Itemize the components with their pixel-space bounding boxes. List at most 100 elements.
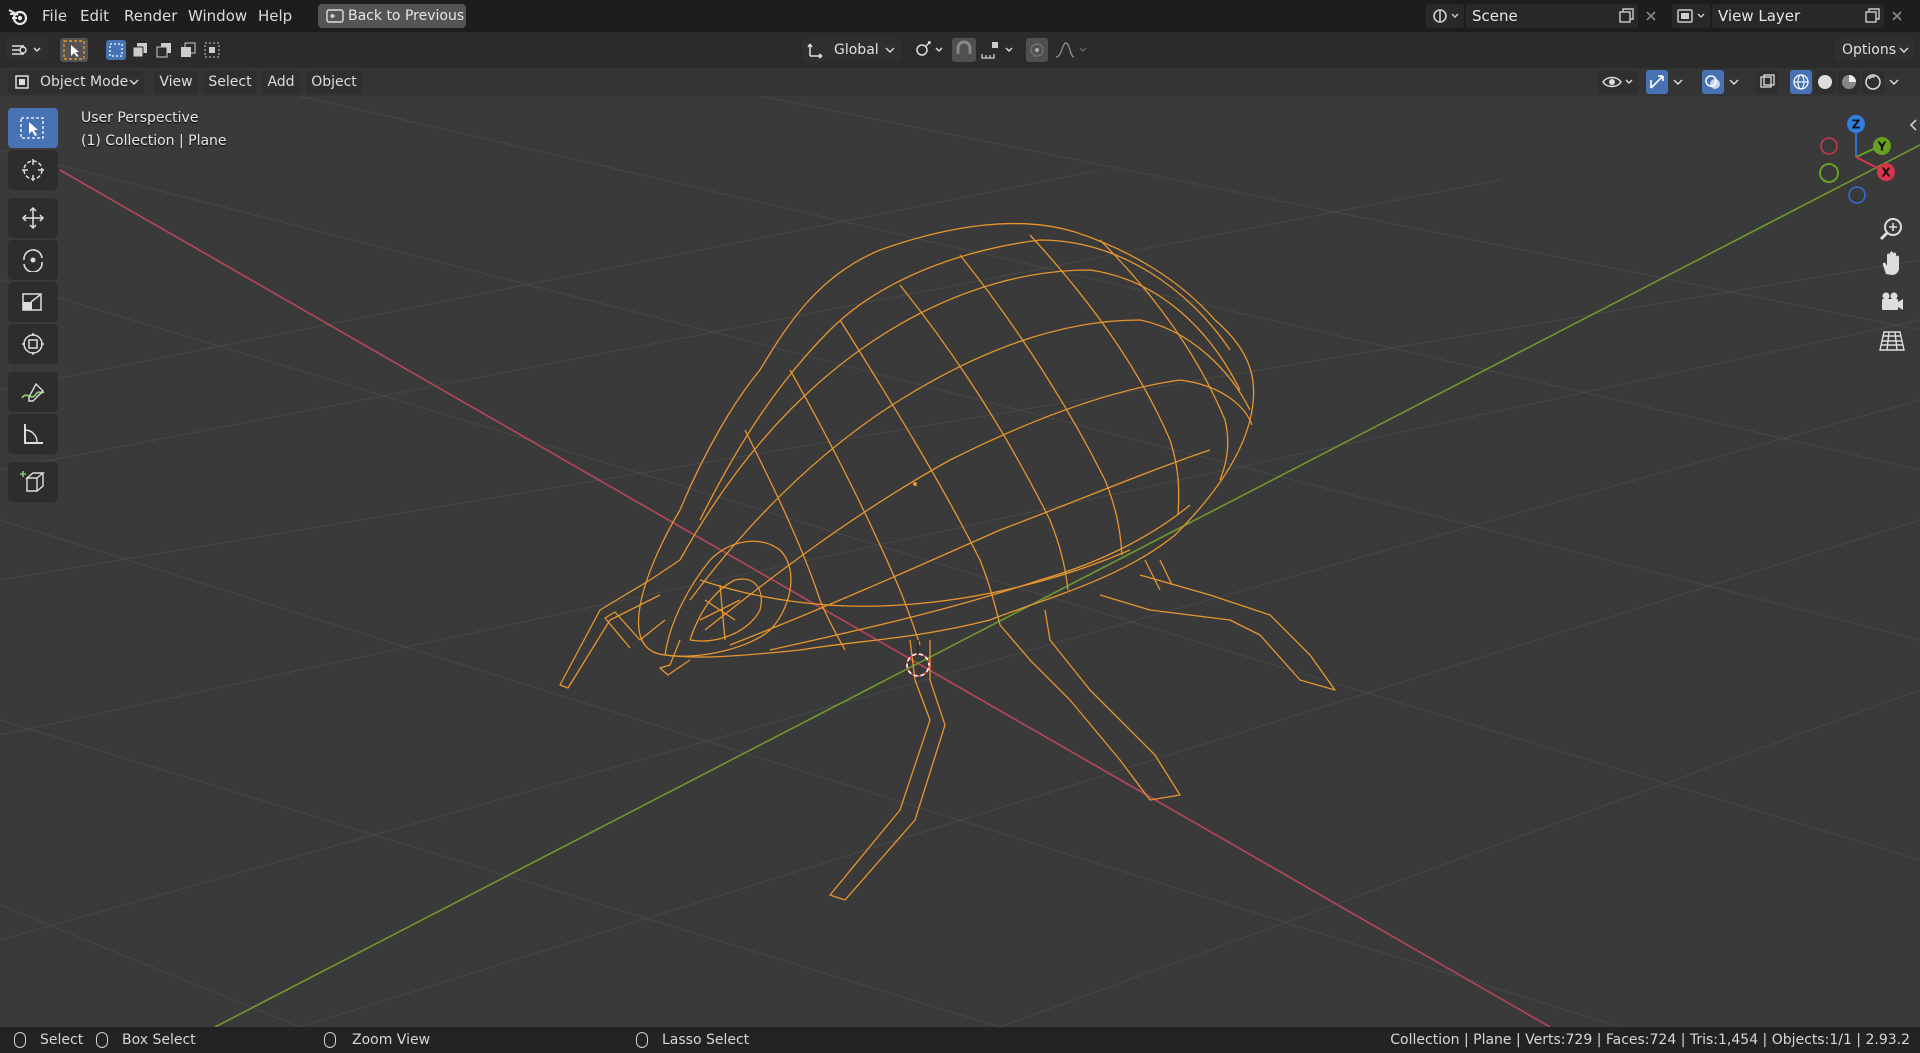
- transform-orientation-dropdown[interactable]: Global: [802, 38, 902, 62]
- proportional-falloff-dropdown[interactable]: [1052, 38, 1092, 62]
- proportional-edit-toggle[interactable]: [1026, 38, 1048, 62]
- zoom-icon: [1879, 218, 1902, 241]
- view-perspective-label: User Perspective: [81, 110, 199, 126]
- status-bar: Select Box Select Zoom View Lasso Select…: [0, 1027, 1920, 1053]
- visibility-dropdown[interactable]: [1598, 70, 1638, 94]
- editor-type-button[interactable]: [6, 38, 48, 62]
- add-cube-tool[interactable]: [8, 462, 58, 502]
- select-mode-new-button[interactable]: [106, 40, 126, 60]
- gizmo-toggle[interactable]: [1646, 70, 1668, 94]
- chevron-down-icon: [885, 47, 895, 53]
- menu-render[interactable]: Render: [124, 0, 177, 32]
- move-icon: [21, 206, 45, 230]
- top-bar: File Edit Render Window Help Back to Pre…: [0, 0, 1920, 32]
- scene-name-field[interactable]: Scene: [1466, 4, 1618, 28]
- shading-rendered-button[interactable]: [1862, 70, 1884, 94]
- chevron-down-icon: [129, 79, 139, 85]
- viewport-canvas: [0, 96, 1920, 1027]
- transform-orientation-label: Global: [834, 42, 879, 58]
- object-origin-dot: [913, 482, 917, 486]
- transform-tool[interactable]: [8, 324, 58, 364]
- toggle-perspective-button[interactable]: [1874, 324, 1910, 358]
- gizmo-dropdown[interactable]: [1670, 70, 1688, 94]
- status-box-select-hint: Box Select: [122, 1032, 196, 1048]
- chevron-down-icon: [1899, 47, 1909, 53]
- navigation-gizmo[interactable]: Z Y X: [1810, 110, 1920, 210]
- measure-icon: [24, 424, 43, 444]
- xray-icon: [1760, 74, 1775, 88]
- back-to-previous-button[interactable]: Back to Previous: [318, 4, 466, 28]
- scale-tool[interactable]: [8, 282, 58, 322]
- annotate-tool[interactable]: [8, 372, 58, 412]
- sidebar-expand-icon[interactable]: [1908, 117, 1918, 133]
- view-layer-new-button[interactable]: [1860, 4, 1884, 28]
- view-layer-icon: [1677, 9, 1705, 23]
- overlays-dropdown[interactable]: [1726, 70, 1744, 94]
- gizmo-neg-z-axis[interactable]: [1848, 186, 1866, 204]
- overlays-toggle[interactable]: [1702, 70, 1724, 94]
- rotate-tool[interactable]: [8, 240, 58, 280]
- 3d-viewport[interactable]: [0, 96, 1920, 1027]
- gizmo-neg-y-axis[interactable]: [1819, 163, 1839, 183]
- mouse-middle-icon: [324, 1032, 336, 1048]
- view-layer-browse-button[interactable]: [1672, 4, 1710, 28]
- duplicate-icon: [1865, 8, 1880, 23]
- menu-file[interactable]: File: [42, 0, 67, 32]
- camera-view-button[interactable]: [1874, 286, 1910, 320]
- pan-view-button[interactable]: [1874, 248, 1910, 282]
- gizmo-icon: [1650, 75, 1664, 89]
- object-mode-dropdown[interactable]: Object Mode: [8, 70, 144, 94]
- scene-delete-button[interactable]: [1640, 4, 1662, 28]
- measure-tool[interactable]: [8, 414, 58, 454]
- snap-toggle[interactable]: [952, 38, 976, 62]
- shading-solid-button[interactable]: [1814, 70, 1836, 94]
- mouse-drag-icon: [96, 1032, 108, 1048]
- chevron-down-icon: [1889, 79, 1899, 85]
- status-zoom-view-hint: Zoom View: [352, 1032, 431, 1048]
- xray-toggle[interactable]: [1756, 70, 1778, 94]
- scene-browse-button[interactable]: [1426, 4, 1464, 28]
- select-mode-subtract-button[interactable]: [154, 40, 174, 60]
- select-box-tool[interactable]: [8, 108, 58, 148]
- options-label: Options: [1842, 42, 1897, 58]
- duplicate-icon: [1619, 8, 1634, 23]
- menu-help[interactable]: Help: [258, 0, 292, 32]
- view-layer-name-field[interactable]: View Layer: [1712, 4, 1864, 28]
- select-mode-extend-button[interactable]: [130, 40, 150, 60]
- scene-statistics: Collection | Plane | Verts:729 | Faces:7…: [1390, 1032, 1910, 1048]
- blender-logo-icon[interactable]: [8, 6, 30, 28]
- transform-icon: [22, 333, 44, 355]
- menu-view[interactable]: View: [154, 70, 198, 94]
- options-dropdown[interactable]: Options: [1834, 38, 1914, 62]
- menu-window[interactable]: Window: [188, 0, 247, 32]
- grid-perspective-icon: [1879, 331, 1905, 351]
- bug-wireframe-mesh: [559, 222, 1336, 901]
- zoom-view-button[interactable]: [1874, 212, 1910, 246]
- annotate-icon: [21, 382, 45, 402]
- shading-dropdown[interactable]: [1886, 70, 1904, 94]
- select-mode-invert-button[interactable]: [178, 40, 198, 60]
- scale-icon: [22, 293, 42, 311]
- pivot-point-dropdown[interactable]: [910, 38, 946, 62]
- snap-target-dropdown[interactable]: [978, 38, 1018, 62]
- tool-header: Global Options: [0, 32, 1920, 68]
- magnet-icon: [956, 40, 972, 54]
- move-tool[interactable]: [8, 198, 58, 238]
- select-mode-intersect-button[interactable]: [202, 40, 222, 60]
- shading-wireframe-button[interactable]: [1790, 70, 1812, 94]
- cursor-tool[interactable]: [8, 150, 58, 190]
- menu-select[interactable]: Select: [204, 70, 256, 94]
- scene-new-button[interactable]: [1614, 4, 1638, 28]
- cursor-icon: [22, 159, 44, 181]
- status-select-hint: Select: [40, 1032, 84, 1048]
- menu-object[interactable]: Object: [306, 70, 362, 94]
- active-tool-button[interactable]: [60, 38, 88, 62]
- menu-add[interactable]: Add: [262, 70, 300, 94]
- mouse-left-icon: [14, 1032, 26, 1048]
- shading-material-button[interactable]: [1838, 70, 1860, 94]
- tweak-tool-icon: [63, 40, 85, 60]
- grid-floor: [0, 96, 1920, 1027]
- gizmo-neg-x-axis[interactable]: [1820, 137, 1838, 155]
- menu-edit[interactable]: Edit: [80, 0, 109, 32]
- view-layer-delete-button[interactable]: [1886, 4, 1908, 28]
